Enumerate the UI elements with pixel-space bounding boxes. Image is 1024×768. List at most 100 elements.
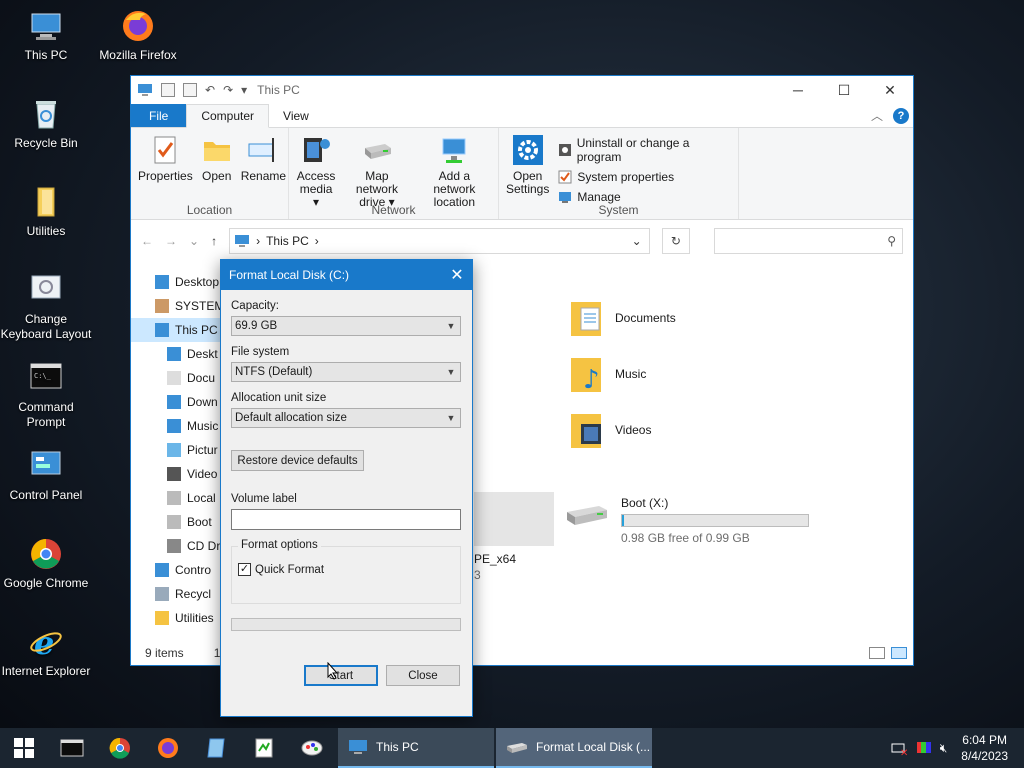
dialog-close-icon[interactable]: ✕ (442, 265, 472, 285)
nav-item[interactable]: CD Dr (131, 534, 221, 558)
close-dialog-button[interactable]: Close (386, 665, 460, 686)
qat-dropdown-icon[interactable]: ▾ (241, 83, 247, 97)
nav-item[interactable]: Video (131, 462, 221, 486)
drive-boot[interactable]: Boot (X:) 0.98 GB free of 0.99 GB (565, 496, 809, 545)
redo-icon[interactable]: ↷ (223, 83, 233, 97)
chevron-down-icon: ▼ (446, 367, 456, 377)
document-icon (207, 738, 225, 758)
allocation-unit-label: Allocation unit size (231, 392, 327, 404)
desktop-icon-this-pc[interactable]: This PC (0, 8, 92, 63)
nav-item[interactable]: Docu (131, 366, 221, 390)
volume-muted-icon[interactable]: 🔇︎ (940, 741, 948, 756)
address-input[interactable]: › This PC › ⌄ (229, 228, 650, 254)
restore-defaults-button[interactable]: Restore device defaults (231, 450, 364, 471)
nav-item[interactable]: Boot (131, 510, 221, 534)
desktop-icon-control-panel[interactable]: Control Panel (0, 448, 92, 503)
new-folder-qat-icon[interactable] (183, 83, 197, 97)
properties-qat-icon[interactable] (161, 83, 175, 97)
nav-item-label: Boot (187, 515, 212, 529)
taskbar-chrome[interactable] (96, 728, 144, 768)
desktop-icon-command-prompt[interactable]: C:\_ Command Prompt (0, 360, 92, 430)
dialog-title-bar: Format Local Disk (C:) ✕ (221, 260, 472, 290)
ribbon-tabs: File Computer View ︿ ? (131, 104, 913, 128)
computer-icon (155, 323, 169, 337)
folder-music[interactable]: ♪ Music (569, 354, 646, 394)
search-icon: ⚲ (887, 234, 896, 248)
tab-computer[interactable]: Computer (186, 104, 270, 128)
taskbar-firefox[interactable] (144, 728, 192, 768)
desktop-icon-firefox[interactable]: Mozilla Firefox (92, 8, 184, 63)
address-bar-row: ← → ⌄ ↑ › This PC › ⌄ ↻ ⚲ (131, 220, 913, 262)
uninstall-program-button[interactable]: Uninstall or change a program (558, 136, 730, 164)
nav-item[interactable]: Pictur (131, 438, 221, 462)
desktop-icon-internet-explorer[interactable]: e Internet Explorer (0, 624, 92, 679)
rename-icon (248, 138, 275, 162)
taskbar-app-notepad[interactable] (240, 728, 288, 768)
display-icon[interactable] (916, 740, 932, 756)
undo-icon[interactable]: ↶ (205, 83, 215, 97)
folder-documents[interactable]: Documents (569, 298, 676, 338)
file-system-select[interactable]: NTFS (Default) ▼ (231, 362, 461, 382)
selected-drive-highlight[interactable] (474, 492, 554, 546)
up-arrow-icon[interactable]: ↑ (211, 234, 217, 248)
manage-button[interactable]: Manage (558, 190, 730, 204)
nav-item[interactable]: Deskt (131, 342, 221, 366)
maximize-button[interactable]: ☐ (821, 76, 867, 104)
minimize-button[interactable]: ─ (775, 76, 821, 104)
back-arrow-icon[interactable]: ← (141, 234, 153, 248)
desktop-icon-utilities[interactable]: Utilities (0, 184, 92, 239)
tab-view[interactable]: View (269, 104, 323, 127)
nav-item[interactable]: Contro (131, 558, 221, 582)
system-properties-button[interactable]: System properties (558, 170, 730, 184)
help-icon[interactable]: ? (893, 107, 909, 124)
start-button[interactable]: Start (304, 665, 378, 686)
desktop-icon-label: Internet Explorer (1, 664, 91, 678)
chevron-down-icon: ▼ (446, 321, 456, 331)
close-button[interactable]: ✕ (867, 76, 913, 104)
windows-logo-icon (14, 738, 34, 758)
taskbar-app-paint[interactable] (288, 728, 336, 768)
open-folder-icon (203, 142, 230, 161)
forward-arrow-icon[interactable]: → (165, 234, 177, 248)
desktop-icon-keyboard-layout[interactable]: Change Keyboard Layout (0, 272, 92, 342)
allocation-unit-select[interactable]: Default allocation size ▼ (231, 408, 461, 428)
format-options-group: Format options ✓ Quick Format (231, 539, 461, 604)
nav-item[interactable]: Down (131, 390, 221, 414)
nav-item[interactable]: This PC (131, 318, 221, 342)
ribbon: Properties Open Rename Location Access m… (131, 128, 913, 220)
capacity-select[interactable]: 69.9 GB ▼ (231, 316, 461, 336)
details-view-icon[interactable] (869, 647, 885, 659)
volume-label-input[interactable] (231, 509, 461, 530)
taskbar-app-blue[interactable] (192, 728, 240, 768)
search-input[interactable]: ⚲ (714, 228, 903, 254)
folder-videos[interactable]: Videos (569, 410, 651, 450)
nav-item[interactable]: Music (131, 414, 221, 438)
clock[interactable]: 6:04 PM 8/4/2023 (955, 732, 1014, 764)
taskbar-window-this-pc[interactable]: This PC (338, 728, 494, 768)
recycle-bin-icon (28, 96, 64, 132)
format-dialog: Format Local Disk (C:) ✕ Capacity: 69.9 … (220, 259, 473, 717)
nav-item[interactable]: Recycl (131, 582, 221, 606)
nav-item[interactable]: SYSTEM (131, 294, 221, 318)
user-icon (155, 299, 169, 313)
recent-locations-icon[interactable]: ⌄ (189, 234, 199, 248)
music-icon (167, 419, 181, 433)
drive-icon (167, 491, 181, 505)
nav-item[interactable]: Utilities (131, 606, 221, 630)
nav-item[interactable]: Local (131, 486, 221, 510)
address-dropdown-icon[interactable]: ⌄ (625, 234, 649, 248)
nav-item[interactable]: Desktop (131, 270, 221, 294)
taskbar-window-format[interactable]: Format Local Disk (... (496, 728, 652, 768)
desktop-icon-chrome[interactable]: Google Chrome (0, 536, 92, 591)
tab-file[interactable]: File (131, 104, 187, 127)
refresh-button[interactable]: ↻ (661, 228, 691, 254)
desktop-icon-recycle-bin[interactable]: Recycle Bin (0, 96, 92, 151)
large-icons-view-icon[interactable] (891, 647, 907, 659)
taskbar-command-prompt[interactable] (48, 728, 96, 768)
network-error-icon[interactable]: ✕ (890, 740, 908, 756)
quick-format-checkbox[interactable]: ✓ Quick Format (238, 563, 324, 576)
start-button[interactable] (0, 728, 48, 768)
nav-item-label: Desktop (175, 275, 220, 289)
breadcrumb-this-pc[interactable]: This PC (266, 234, 309, 248)
collapse-ribbon-icon[interactable]: ︿ (871, 107, 883, 124)
